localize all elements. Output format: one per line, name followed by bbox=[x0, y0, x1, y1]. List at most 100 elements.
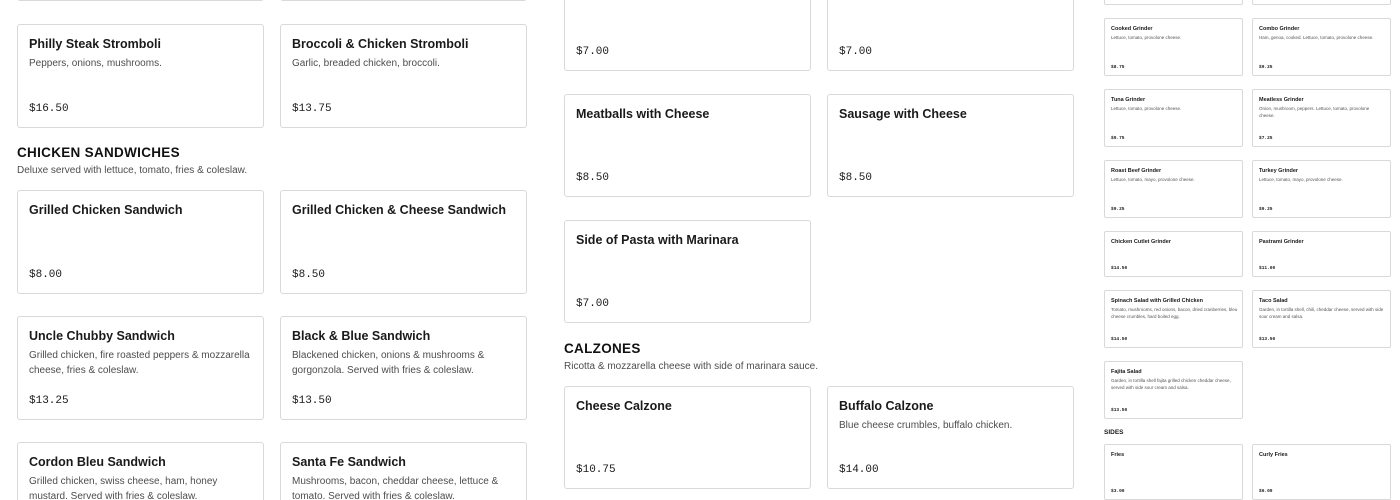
item-name: Meatless Grinder bbox=[1259, 97, 1304, 103]
item-description: Lettuce, tomato, mayo, provolone cheese. bbox=[1111, 177, 1195, 182]
menu-item-card[interactable] bbox=[280, 0, 527, 1]
menu-item-fries[interactable]: Fries $3.00 bbox=[1104, 444, 1243, 500]
menu-item-grilled-chicken-cheese-sandwich[interactable]: Grilled Chicken & Cheese Sandwich $8.50 bbox=[280, 190, 527, 294]
item-name: Curly Fries bbox=[1259, 452, 1288, 458]
item-price: $6.00 bbox=[1259, 489, 1273, 494]
item-description: Garden, in tortilla shell, chili, chedda… bbox=[1259, 307, 1384, 319]
menu-item-card[interactable]: $7.00 bbox=[827, 0, 1074, 71]
menu-item-philly-steak-stromboli[interactable]: Philly Steak Stromboli Peppers, onions, … bbox=[17, 24, 264, 128]
menu-item-curly-fries[interactable]: Curly Fries $6.00 bbox=[1252, 444, 1391, 500]
item-description: Blackened chicken, onions & mushrooms & … bbox=[292, 350, 485, 376]
menu-item-buffalo-calzone[interactable]: Buffalo Calzone Blue cheese crumbles, bu… bbox=[827, 386, 1074, 489]
item-name: Santa Fe Sandwich bbox=[292, 455, 406, 469]
item-name: Meatballs with Cheese bbox=[576, 107, 710, 121]
menu-item-combo-grinder[interactable]: Combo Grinder Ham, genoa, cooked. Lettuc… bbox=[1252, 18, 1391, 76]
menu-item-cordon-bleu-sandwich[interactable]: Cordon Bleu Sandwich Grilled chicken, sw… bbox=[17, 442, 264, 500]
item-name: Taco Salad bbox=[1259, 298, 1288, 304]
item-description: Peppers, onions, mushrooms. bbox=[29, 58, 162, 69]
menu-item-grilled-chicken-sandwich[interactable]: Grilled Chicken Sandwich $8.00 bbox=[17, 190, 264, 294]
menu-item-broccoli-chicken-stromboli[interactable]: Broccoli & Chicken Stromboli Garlic, bre… bbox=[280, 24, 527, 128]
menu-item-taco-salad[interactable]: Taco Salad Garden, in tortilla shell, ch… bbox=[1252, 290, 1391, 348]
item-description: Lettuce, tomato, provolone cheese. bbox=[1111, 35, 1182, 40]
item-description: Blue cheese crumbles, buffalo chicken. bbox=[839, 420, 1013, 431]
item-description: Ham, genoa, cooked. Lettuce, tomato, pro… bbox=[1259, 35, 1374, 40]
menu-item-black-blue-sandwich[interactable]: Black & Blue Sandwich Blackened chicken,… bbox=[280, 316, 527, 420]
item-price: $7.00 bbox=[839, 46, 873, 58]
menu-item-side-of-pasta[interactable]: Side of Pasta with Marinara $7.00 bbox=[564, 220, 811, 323]
menu-item-cooked-grinder[interactable]: Cooked Grinder Lettuce, tomato, provolon… bbox=[1104, 18, 1243, 76]
item-price: $14.00 bbox=[839, 464, 879, 476]
menu-item-chicken-cutlet-grinder[interactable]: Chicken Cutlet Grinder $14.50 bbox=[1104, 231, 1243, 277]
item-price: $16.50 bbox=[29, 103, 69, 115]
item-price: $7.00 bbox=[576, 298, 610, 310]
menu-item-pastrami-grinder[interactable]: Pastrami Grinder $11.00 bbox=[1252, 231, 1391, 277]
item-price: $13.50 bbox=[1111, 408, 1128, 413]
item-name: Uncle Chubby Sandwich bbox=[29, 329, 175, 343]
item-description: Tomato, mushrooms, red onions, bacon, dr… bbox=[1111, 307, 1238, 319]
menu-item-fajita-salad[interactable]: Fajita Salad Garden, in tortilla shell f… bbox=[1104, 361, 1243, 419]
item-name: Sausage with Cheese bbox=[839, 107, 967, 121]
menu-item-card[interactable]: $7.00 bbox=[564, 0, 811, 71]
item-description: Grilled chicken, fire roasted peppers & … bbox=[29, 350, 250, 376]
section-subtitle: Deluxe served with lettuce, tomato, frie… bbox=[17, 165, 248, 176]
item-name: Tuna Grinder bbox=[1111, 97, 1146, 103]
menu-item-roast-beef-grinder[interactable]: Roast Beef Grinder Lettuce, tomato, mayo… bbox=[1104, 160, 1243, 218]
item-price: $9.75 bbox=[1111, 136, 1125, 141]
item-name: Cooked Grinder bbox=[1111, 26, 1153, 32]
item-name: Roast Beef Grinder bbox=[1111, 168, 1162, 174]
item-description: Mushrooms, bacon, cheddar cheese, lettuc… bbox=[292, 476, 499, 500]
menu-item-tuna-grinder[interactable]: Tuna Grinder Lettuce, tomato, provolone … bbox=[1104, 89, 1243, 147]
item-price: $9.25 bbox=[1111, 207, 1125, 212]
menu-item-uncle-chubby-sandwich[interactable]: Uncle Chubby Sandwich Grilled chicken, f… bbox=[17, 316, 264, 420]
menu-item-spinach-salad[interactable]: Spinach Salad with Grilled Chicken Tomat… bbox=[1104, 290, 1243, 348]
item-name: Cheese Calzone bbox=[576, 399, 672, 413]
item-description: Onion, mushroom, peppers. Lettuce, tomat… bbox=[1259, 106, 1370, 118]
section-title-sides: SIDES bbox=[1104, 429, 1124, 436]
section-title-chicken-sandwiches: CHICKEN SANDWICHES bbox=[17, 145, 180, 160]
item-name: Combo Grinder bbox=[1259, 26, 1300, 32]
item-price: $13.25 bbox=[29, 395, 69, 407]
item-price: $7.25 bbox=[1259, 136, 1273, 141]
item-description: Garlic, breaded chicken, broccoli. bbox=[292, 58, 440, 69]
item-price: $7.00 bbox=[576, 46, 610, 58]
item-name: Black & Blue Sandwich bbox=[292, 329, 431, 343]
item-price: $13.50 bbox=[1259, 337, 1276, 342]
item-price: $3.00 bbox=[1111, 489, 1125, 494]
item-name: Chicken Cutlet Grinder bbox=[1111, 239, 1171, 245]
item-price: $13.50 bbox=[292, 395, 332, 407]
menu-item-card[interactable] bbox=[1252, 0, 1391, 5]
item-name: Broccoli & Chicken Stromboli bbox=[292, 37, 469, 51]
item-name: Philly Steak Stromboli bbox=[29, 37, 161, 51]
menu-item-turkey-grinder[interactable]: Turkey Grinder Lettuce, tomato, mayo, pr… bbox=[1252, 160, 1391, 218]
item-price: $10.75 bbox=[576, 464, 616, 476]
item-price: $9.25 bbox=[1259, 65, 1273, 70]
item-description: Grilled chicken, swiss cheese, ham, hone… bbox=[29, 476, 218, 500]
item-price: $14.50 bbox=[1111, 337, 1128, 342]
menu-item-meatless-grinder[interactable]: Meatless Grinder Onion, mushroom, pepper… bbox=[1252, 89, 1391, 147]
menu-item-sausage-with-cheese[interactable]: Sausage with Cheese $8.50 bbox=[827, 94, 1074, 197]
item-name: Spinach Salad with Grilled Chicken bbox=[1111, 298, 1203, 304]
item-price: $8.00 bbox=[29, 269, 63, 281]
menu-item-card[interactable] bbox=[17, 0, 264, 1]
item-name: Pastrami Grinder bbox=[1259, 239, 1304, 245]
item-name: Fries bbox=[1111, 452, 1125, 458]
menu-item-meatballs-with-cheese[interactable]: Meatballs with Cheese $8.50 bbox=[564, 94, 811, 197]
item-name: Turkey Grinder bbox=[1259, 168, 1299, 174]
item-description: Lettuce, tomato, provolone cheese. bbox=[1111, 106, 1182, 111]
menu-item-cheese-calzone[interactable]: Cheese Calzone $10.75 bbox=[564, 386, 811, 489]
item-description: Garden, in tortilla shell fajita grilled… bbox=[1111, 378, 1231, 390]
menu-item-santa-fe-sandwich[interactable]: Santa Fe Sandwich Mushrooms, bacon, ched… bbox=[280, 442, 527, 500]
item-price: $8.75 bbox=[1111, 65, 1125, 70]
item-name: Fajita Salad bbox=[1111, 369, 1142, 375]
item-price: $8.50 bbox=[576, 172, 610, 184]
item-price: $11.00 bbox=[1259, 266, 1276, 271]
item-price: $9.25 bbox=[1259, 207, 1273, 212]
item-price: $8.50 bbox=[839, 172, 873, 184]
item-name: Buffalo Calzone bbox=[839, 399, 934, 413]
menu-item-card[interactable] bbox=[1104, 0, 1243, 5]
item-price: $8.50 bbox=[292, 269, 326, 281]
item-name: Grilled Chicken & Cheese Sandwich bbox=[292, 203, 506, 217]
item-name: Cordon Bleu Sandwich bbox=[29, 455, 166, 469]
item-description: Lettuce, tomato, mayo, provolone cheese. bbox=[1259, 177, 1343, 182]
item-price: $13.75 bbox=[292, 103, 332, 115]
